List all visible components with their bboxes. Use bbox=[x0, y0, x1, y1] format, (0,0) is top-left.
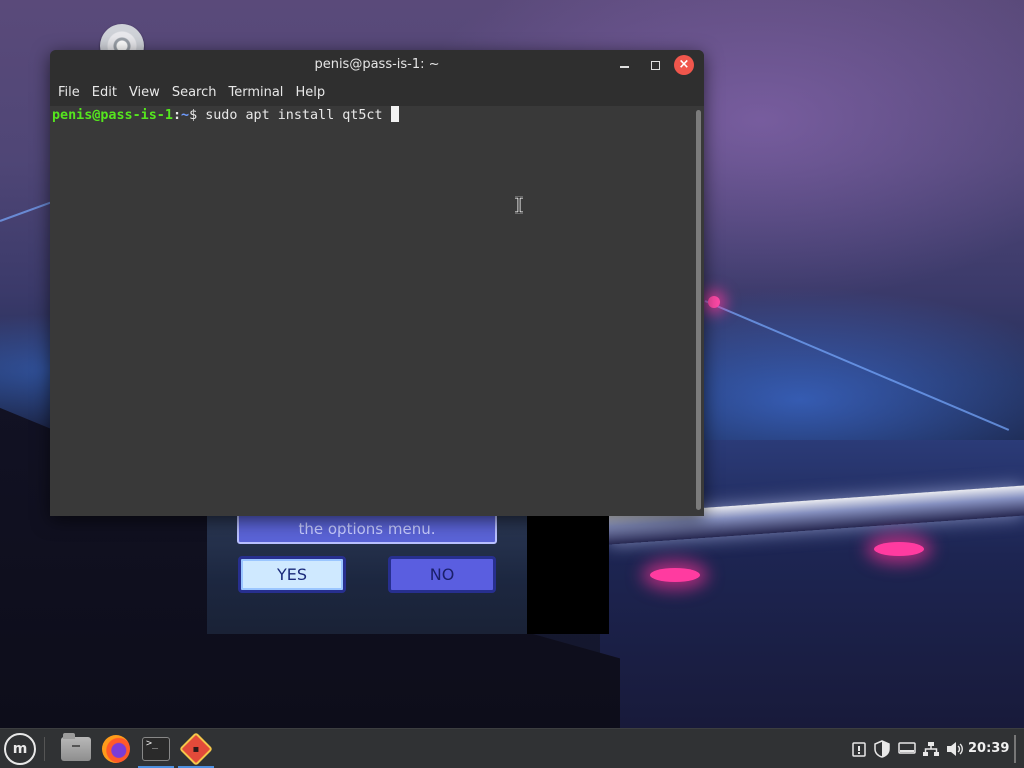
menu-help[interactable]: Help bbox=[289, 81, 331, 105]
bridge-cable bbox=[0, 199, 57, 222]
prompt-path: ~ bbox=[181, 108, 190, 123]
network-button[interactable] bbox=[920, 729, 942, 768]
volume-button[interactable] bbox=[944, 729, 966, 768]
terminal-icon: >_ bbox=[142, 737, 170, 761]
show-desktop-button[interactable] bbox=[1014, 735, 1016, 763]
taskbar: m >_ ▪ 20:39 bbox=[0, 728, 1024, 768]
no-button[interactable]: NO bbox=[388, 556, 496, 593]
maximize-icon bbox=[650, 60, 660, 70]
game-launcher[interactable]: ▪ bbox=[178, 731, 214, 768]
window-title: penis@pass-is-1: ~ bbox=[314, 57, 440, 72]
display-icon bbox=[898, 742, 916, 754]
shield-icon bbox=[874, 740, 890, 758]
text-cursor bbox=[390, 106, 399, 122]
menu-terminal[interactable]: Terminal bbox=[222, 81, 289, 105]
terminal-output[interactable]: penis@pass-is-1:~$ sudo apt install qt5c… bbox=[50, 106, 694, 516]
minimize-icon bbox=[619, 66, 629, 68]
mint-logo-icon: m bbox=[12, 741, 28, 757]
maximize-button[interactable] bbox=[645, 55, 665, 75]
files-launcher[interactable] bbox=[58, 731, 94, 767]
menu-file[interactable]: File bbox=[52, 81, 86, 105]
display-button[interactable] bbox=[896, 729, 918, 768]
tower-light bbox=[708, 296, 720, 308]
taskbar-clock[interactable]: 20:39 bbox=[968, 729, 1009, 768]
prompt-user-host: penis@pass-is-1 bbox=[52, 108, 173, 123]
bridge-cable bbox=[704, 300, 1010, 431]
menu-search[interactable]: Search bbox=[166, 81, 223, 105]
scrollbar-thumb[interactable] bbox=[696, 110, 701, 510]
menu-bar: File Edit View Search Terminal Help bbox=[50, 80, 704, 106]
files-icon bbox=[61, 733, 91, 761]
yes-button[interactable]: YES bbox=[238, 556, 346, 593]
pink-light bbox=[650, 568, 700, 582]
prompt-symbol: $ bbox=[189, 108, 198, 123]
mint-menu-button[interactable]: m bbox=[4, 733, 36, 765]
game-dialog-panel: the options menu. YES NO bbox=[207, 500, 527, 634]
terminal-window: penis@pass-is-1: ~ × File Edit View Sear… bbox=[50, 50, 704, 516]
taskbar-separator bbox=[44, 737, 45, 761]
close-button[interactable]: × bbox=[674, 55, 694, 75]
firefox-icon bbox=[102, 735, 130, 763]
ibeam-cursor-icon bbox=[515, 196, 523, 214]
command-text: sudo apt install qt5ct bbox=[205, 108, 383, 123]
menu-view[interactable]: View bbox=[123, 81, 166, 105]
terminal-launcher[interactable]: >_ bbox=[138, 731, 174, 768]
pink-light bbox=[874, 542, 924, 556]
close-icon: × bbox=[678, 57, 690, 72]
volume-icon bbox=[947, 742, 963, 756]
game-window: the options menu. YES NO bbox=[207, 500, 609, 634]
menu-edit[interactable]: Edit bbox=[86, 81, 123, 105]
terminal-scrollbar[interactable] bbox=[694, 106, 704, 516]
prompt-separator: : bbox=[172, 108, 181, 123]
firefox-launcher[interactable] bbox=[98, 731, 134, 767]
window-titlebar[interactable]: penis@pass-is-1: ~ × bbox=[50, 50, 704, 80]
update-manager-icon bbox=[852, 742, 866, 757]
minimize-button[interactable] bbox=[614, 55, 634, 75]
security-button[interactable] bbox=[872, 729, 892, 768]
network-icon bbox=[923, 742, 939, 756]
update-manager-button[interactable] bbox=[850, 729, 868, 768]
game-icon: ▪ bbox=[179, 732, 213, 766]
